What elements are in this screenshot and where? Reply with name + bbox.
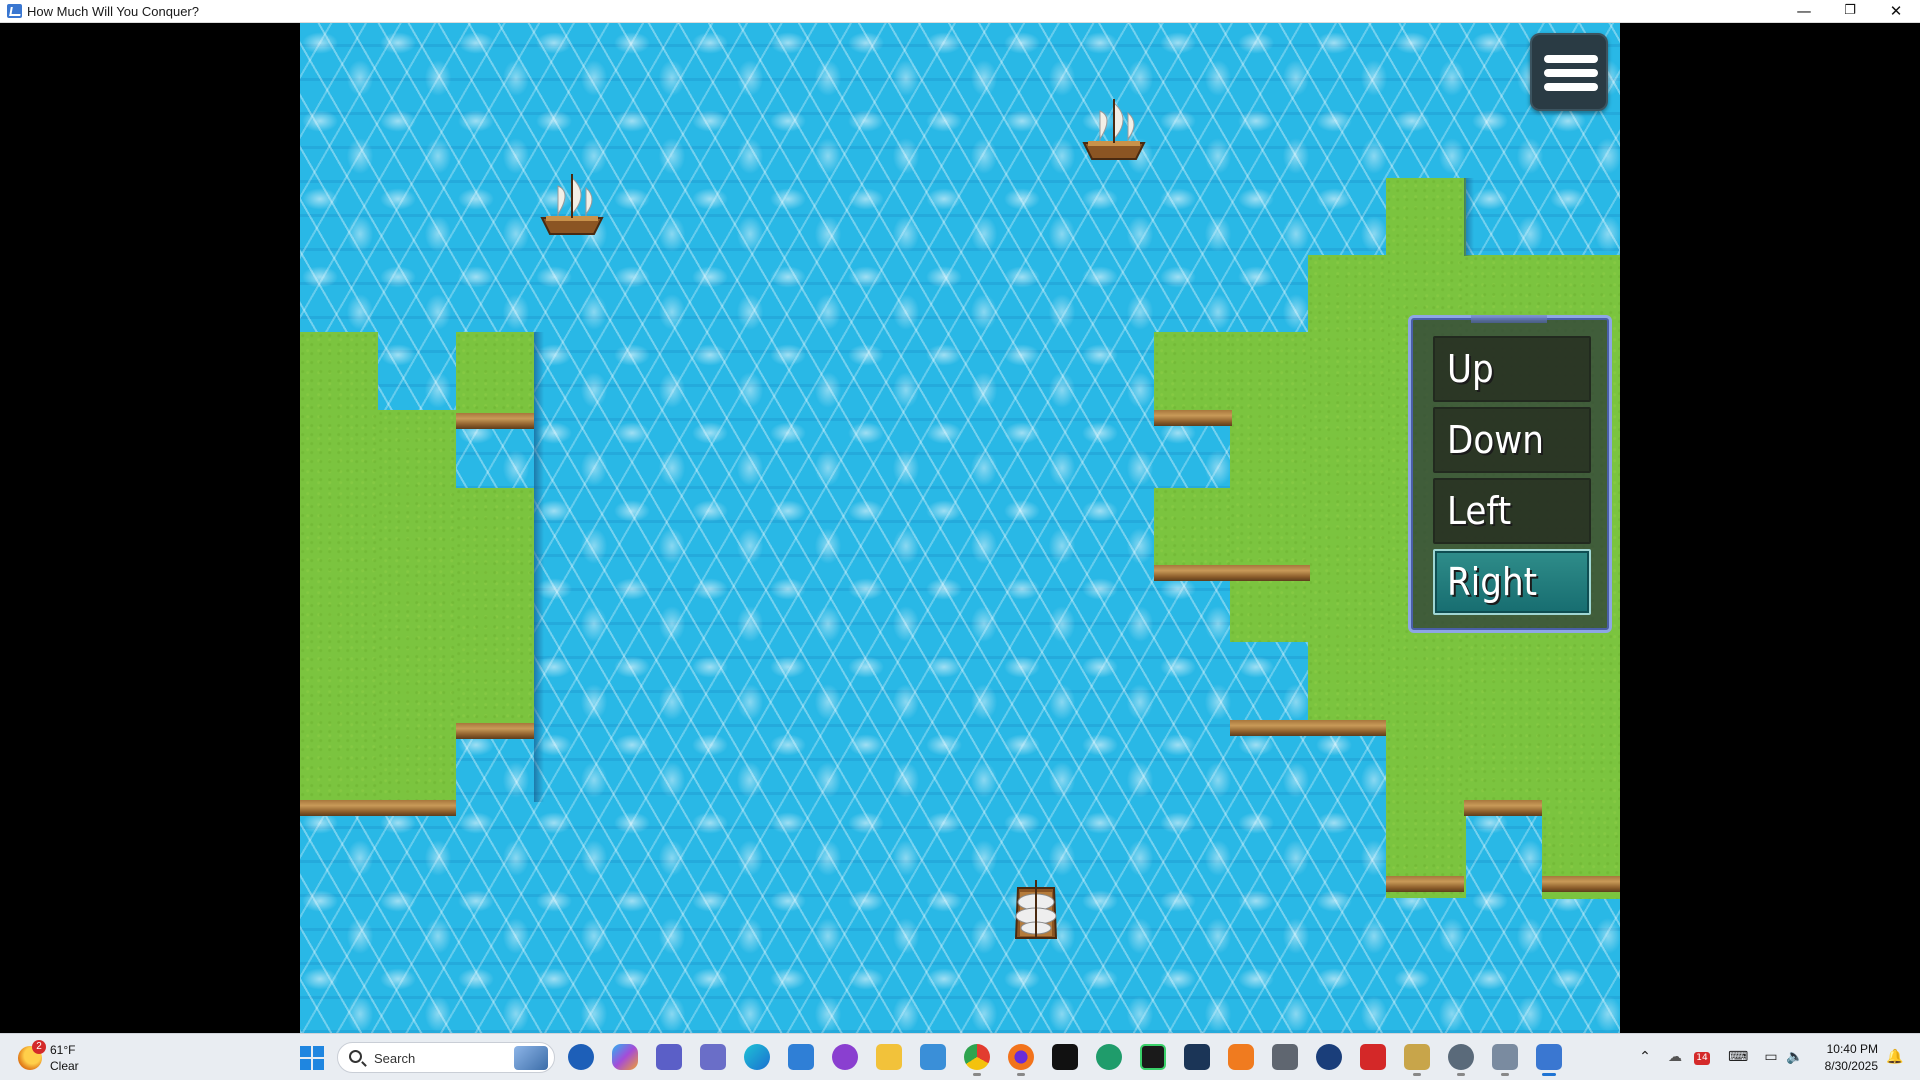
windows-logo-icon xyxy=(313,1059,324,1070)
game-map[interactable]: Up Down Left Right xyxy=(300,23,1620,1033)
onedrive-icon[interactable]: ☁ xyxy=(1666,1048,1684,1066)
teams-icon[interactable] xyxy=(656,1044,682,1070)
hp-app-icon[interactable] xyxy=(568,1044,594,1070)
solitaire-icon[interactable] xyxy=(1404,1044,1430,1076)
right-island xyxy=(1308,255,1388,665)
app-icon xyxy=(7,4,22,18)
notification-icon[interactable]: 🔔 xyxy=(1886,1048,1904,1066)
command-up[interactable]: Up xyxy=(1433,336,1591,402)
pycharm-icon[interactable] xyxy=(1140,1044,1166,1070)
right-island xyxy=(1230,332,1310,642)
cliff-edge xyxy=(1542,876,1620,892)
pdf-app-icon[interactable] xyxy=(1360,1044,1386,1070)
left-island xyxy=(378,410,456,805)
cliff-edge xyxy=(1154,410,1232,426)
right-island xyxy=(1308,642,1388,722)
enemy-ship[interactable] xyxy=(532,168,612,248)
amazon-icon[interactable] xyxy=(1052,1044,1078,1070)
search-placeholder: Search xyxy=(374,1051,416,1066)
weather-description[interactable]: Clear xyxy=(50,1059,79,1073)
taskbar: 2 61°F Clear Search ⌃ ☁ 14 ⌨ ▭ 🔈 10:40 P… xyxy=(0,1033,1920,1080)
hamburger-icon xyxy=(1544,83,1598,91)
windows-logo-icon xyxy=(300,1059,311,1070)
game-app-icon[interactable] xyxy=(832,1044,858,1070)
player-ship[interactable] xyxy=(996,868,1076,948)
clock-time[interactable]: 10:40 PM xyxy=(1818,1042,1878,1056)
search-highlight-icon xyxy=(514,1046,548,1070)
cliff-edge xyxy=(1154,565,1310,581)
keyboard-icon[interactable]: ⌨ xyxy=(1728,1048,1748,1066)
remote-desktop-icon[interactable] xyxy=(920,1044,946,1070)
weather-temperature[interactable]: 61°F xyxy=(50,1043,75,1057)
chat-app-icon[interactable] xyxy=(700,1044,726,1070)
cliff-edge xyxy=(1230,720,1386,736)
left-island xyxy=(300,332,378,805)
tray-badge[interactable]: 14 xyxy=(1694,1052,1710,1065)
settings-icon[interactable] xyxy=(1448,1044,1474,1076)
windows-logo-icon xyxy=(313,1046,324,1057)
network-icon[interactable]: ▭ xyxy=(1762,1048,1780,1066)
word-app-icon[interactable] xyxy=(1316,1044,1342,1070)
cliff-edge xyxy=(1386,876,1464,892)
taskbar-search[interactable]: Search xyxy=(337,1042,555,1073)
direction-command-window: Up Down Left Right xyxy=(1408,315,1612,633)
window-title: How Much Will You Conquer? xyxy=(27,4,199,19)
restore-button[interactable]: ❐ xyxy=(1827,0,1873,23)
game-window-icon[interactable] xyxy=(1536,1044,1562,1076)
weather-badge: 2 xyxy=(32,1040,46,1054)
shore-shadow xyxy=(534,332,544,802)
rpg-maker-icon[interactable] xyxy=(1492,1044,1518,1076)
clock-date[interactable]: 8/30/2025 xyxy=(1818,1059,1878,1073)
command-left[interactable]: Left xyxy=(1433,478,1591,544)
start-button[interactable] xyxy=(300,1046,324,1070)
windows-logo-icon xyxy=(300,1046,311,1057)
window-title-bar[interactable]: How Much Will You Conquer? — ❐ ✕ xyxy=(0,0,1920,23)
file-explorer-icon[interactable] xyxy=(876,1044,902,1070)
shore-shadow xyxy=(1464,178,1474,256)
volume-icon[interactable]: 🔈 xyxy=(1786,1048,1804,1066)
minimize-button[interactable]: — xyxy=(1781,0,1827,23)
cliff-edge xyxy=(456,413,534,429)
copilot-icon[interactable] xyxy=(612,1044,638,1070)
scroll-indicator xyxy=(1471,315,1547,323)
hexagon-app-icon[interactable] xyxy=(1228,1044,1254,1070)
left-island xyxy=(456,488,534,728)
menu-button[interactable] xyxy=(1530,33,1608,111)
chrome-icon[interactable] xyxy=(964,1044,990,1076)
microphone-app-icon[interactable] xyxy=(1272,1044,1298,1070)
store-icon[interactable] xyxy=(788,1044,814,1070)
cliff-edge xyxy=(456,723,534,739)
command-down[interactable]: Down xyxy=(1433,407,1591,473)
hamburger-icon xyxy=(1544,55,1598,63)
firefox-icon[interactable] xyxy=(1008,1044,1034,1076)
command-right[interactable]: Right xyxy=(1433,549,1591,615)
cliff-edge xyxy=(1464,800,1542,816)
cliff-edge xyxy=(300,800,456,816)
steam-icon[interactable] xyxy=(1184,1044,1210,1070)
tray-overflow-icon[interactable]: ⌃ xyxy=(1636,1048,1654,1066)
close-button[interactable]: ✕ xyxy=(1873,0,1919,23)
enemy-ship[interactable] xyxy=(1074,93,1154,173)
hamburger-icon xyxy=(1544,69,1598,77)
left-island xyxy=(456,332,534,418)
chatgpt-icon[interactable] xyxy=(1096,1044,1122,1070)
search-icon xyxy=(349,1050,362,1063)
edge-icon[interactable] xyxy=(744,1044,770,1070)
